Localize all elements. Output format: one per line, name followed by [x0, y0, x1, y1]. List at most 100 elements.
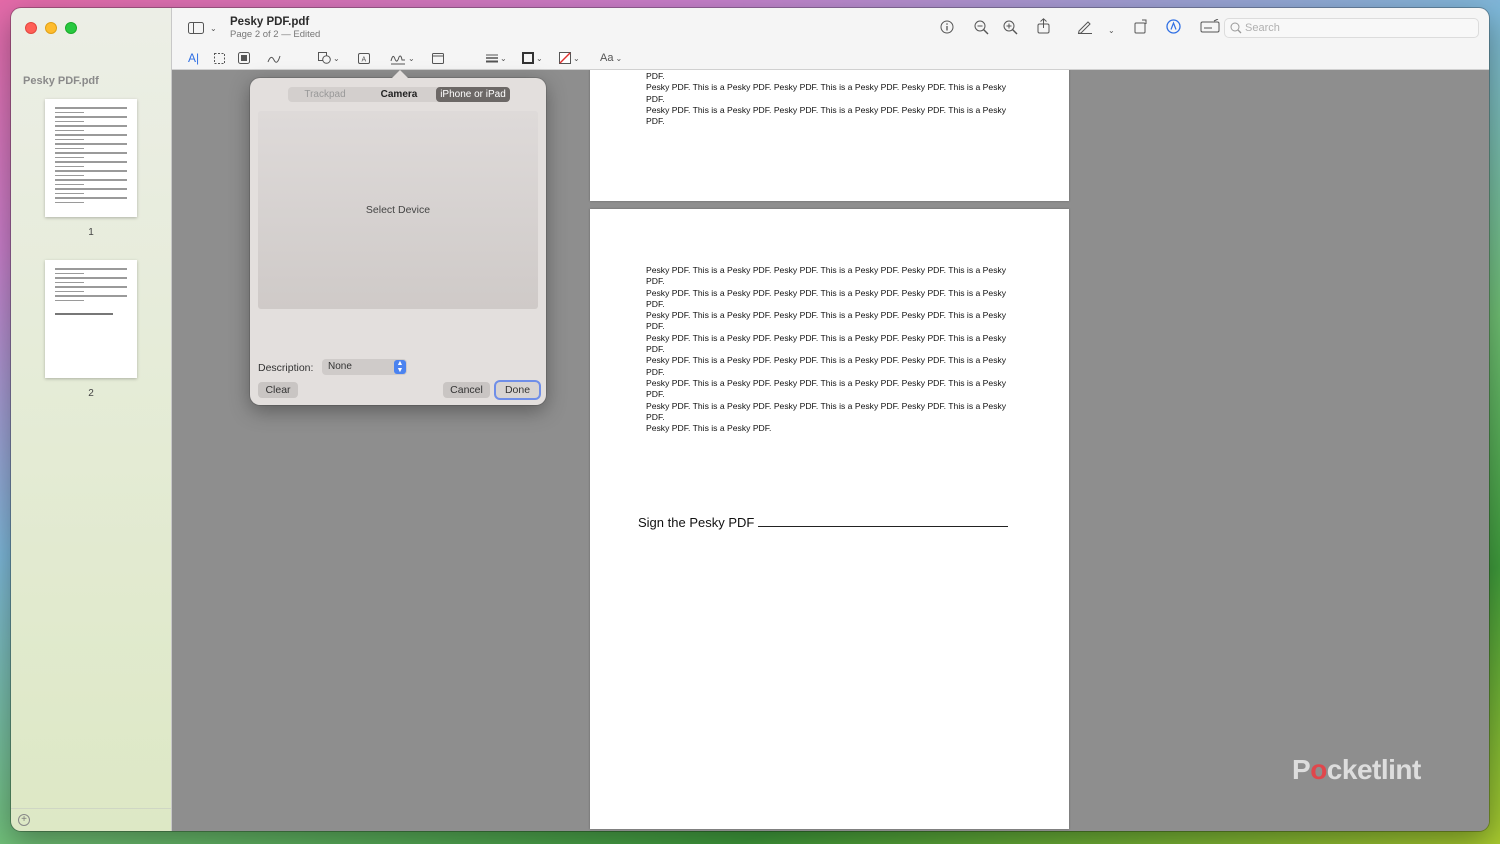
thumbnail-text-line	[55, 116, 127, 118]
tab-camera[interactable]: Camera	[362, 87, 436, 102]
page-thumbnail-2[interactable]	[45, 260, 137, 378]
text-line: Pesky PDF. This is a Pesky PDF. Pesky PD…	[646, 400, 1007, 411]
text-line: Pesky PDF. This is a Pesky PDF. Pesky PD…	[646, 310, 1007, 321]
thumbnail-text-line	[55, 143, 127, 145]
thumbnail-text-line	[55, 281, 84, 283]
redact-icon[interactable]	[238, 50, 250, 66]
window-controls	[25, 22, 77, 34]
thumbnail-text-line	[55, 152, 127, 154]
clear-button[interactable]: Clear	[258, 382, 298, 398]
thumbnail-text-line	[55, 295, 127, 297]
zoom-in-icon[interactable]	[1003, 20, 1018, 35]
pen-icon[interactable]	[1077, 19, 1093, 34]
thumbnail-text-line	[55, 272, 84, 274]
font-style-button[interactable]: Aa ⌄	[600, 50, 622, 66]
info-icon[interactable]	[940, 20, 954, 34]
text-line: Pesky PDF. This is a Pesky PDF. Pesky PD…	[646, 82, 1007, 93]
description-select[interactable]: None ▲ ▼	[322, 359, 407, 375]
thumbnail-text-line	[55, 111, 84, 113]
pdf-page-2[interactable]: Pesky PDF. This is a Pesky PDF. Pesky PD…	[590, 209, 1069, 829]
thumbnail-text-line	[55, 188, 127, 190]
text-line: PDF.	[646, 298, 665, 309]
tab-iphone-or-ipad[interactable]: iPhone or iPad	[436, 87, 510, 102]
rotate-icon[interactable]	[1134, 19, 1148, 34]
signature-icon[interactable]: ⌄	[390, 50, 415, 66]
text-line: Pesky PDF. This is a Pesky PDF. Pesky PD…	[646, 355, 1007, 366]
text-line: PDF.	[646, 366, 665, 377]
chevron-down-icon[interactable]: ⌄	[1106, 20, 1115, 39]
sidebar-toggle-button[interactable]: ⌄	[188, 20, 222, 36]
thumbnail-text-line	[55, 192, 84, 194]
page-thumbnail-label: 1	[88, 227, 94, 238]
watermark-part: P	[1292, 754, 1311, 785]
pocketlint-watermark: Pocketlint	[1292, 754, 1421, 786]
thumbnail-text-line	[55, 156, 84, 158]
thumbnail-text-line	[55, 179, 127, 181]
select-device-text[interactable]: Select Device	[366, 204, 430, 216]
done-button[interactable]: Done	[496, 382, 539, 398]
fill-color-icon[interactable]: ⌄	[559, 50, 580, 66]
note-icon[interactable]	[432, 50, 444, 66]
close-button[interactable]	[25, 22, 37, 34]
watermark-part: cketlint	[1326, 754, 1422, 785]
thumbnail-text-line	[55, 170, 127, 172]
page-thumbnail-label: 2	[88, 388, 94, 399]
text-line: PDF.	[646, 276, 665, 287]
pdf-page-1[interactable]: PDF. Pesky PDF. This is a Pesky PDF. Pesk…	[590, 70, 1069, 201]
form-fill-icon[interactable]	[1200, 19, 1220, 33]
page-thumbnail-1[interactable]	[45, 99, 137, 217]
thumbnail-text-line	[55, 197, 127, 199]
zoom-button[interactable]	[65, 22, 77, 34]
cancel-button[interactable]: Cancel	[443, 382, 490, 398]
font-label: Aa	[600, 52, 614, 64]
text-line: PDF.	[646, 93, 665, 104]
tab-trackpad[interactable]: Trackpad	[288, 87, 362, 102]
text-line: Pesky PDF. This is a Pesky PDF. Pesky PD…	[646, 287, 1007, 298]
text-line: Pesky PDF. This is a Pesky PDF. Pesky PD…	[646, 104, 1007, 115]
page-2-text: Pesky PDF. This is a Pesky PDF. Pesky PD…	[646, 265, 1016, 434]
description-value: None	[328, 361, 352, 372]
document-subtitle: Page 2 of 2 — Edited	[230, 29, 321, 40]
line-style-icon[interactable]: ⌄	[486, 50, 507, 66]
thumbnail-text-line	[55, 161, 127, 163]
add-page-icon[interactable]: +	[18, 814, 30, 826]
text-line: PDF.	[646, 116, 665, 127]
signature-capture-area[interactable]: Select Device	[258, 111, 538, 309]
sidebar-title: Pesky PDF.pdf	[23, 75, 99, 87]
watermark-part: o	[1310, 754, 1327, 785]
border-color-icon[interactable]: ⌄	[522, 50, 543, 66]
text-line: PDF.	[646, 411, 665, 422]
thumbnail-text-line	[55, 277, 127, 279]
shapes-icon[interactable]: ⌄	[318, 50, 340, 66]
rect-select-icon[interactable]	[214, 50, 225, 66]
share-icon[interactable]	[1037, 18, 1050, 34]
search-placeholder: Search	[1245, 22, 1280, 34]
text-select-icon[interactable]: A|	[188, 50, 199, 66]
search-input[interactable]: Search	[1224, 18, 1479, 38]
sketch-icon[interactable]	[267, 50, 281, 66]
thumbnail-signature-line	[55, 313, 113, 315]
text-line: PDF.	[646, 344, 665, 355]
toolbar: ⌄ Pesky PDF.pdf Page 2 of 2 — Edited ⌄ S…	[172, 8, 1489, 70]
thumbnail-text-line	[55, 174, 84, 176]
thumbnail-text-line	[55, 134, 127, 136]
minimize-button[interactable]	[45, 22, 57, 34]
text-line: Pesky PDF. This is a Pesky PDF.	[646, 423, 772, 434]
markup-icon[interactable]	[1166, 19, 1181, 34]
document-title: Pesky PDF.pdf	[230, 16, 310, 28]
thumbnail-text-line	[55, 147, 84, 149]
thumbnail-text-line	[55, 299, 84, 301]
preview-window: Pesky PDF.pdf 1 2 + ⌄ Pesky PDF.pdf Page…	[11, 8, 1489, 831]
page-1-text: PDF. Pesky PDF. This is a Pesky PDF. Pesk…	[646, 71, 1016, 127]
signature-blank[interactable]	[758, 515, 1009, 527]
text-line: PDF.	[646, 321, 665, 332]
text-line: Pesky PDF. This is a Pesky PDF. Pesky PD…	[646, 332, 1007, 343]
thumbnail-text-line	[55, 107, 127, 109]
text-box-icon[interactable]: A	[358, 50, 370, 66]
description-label: Description:	[258, 362, 314, 374]
search-icon	[1230, 22, 1242, 34]
sidebar-toggle-icon	[188, 22, 204, 34]
zoom-out-icon[interactable]	[974, 20, 989, 35]
thumbnail-text-line	[55, 125, 127, 127]
sidebar-footer: +	[11, 808, 171, 831]
